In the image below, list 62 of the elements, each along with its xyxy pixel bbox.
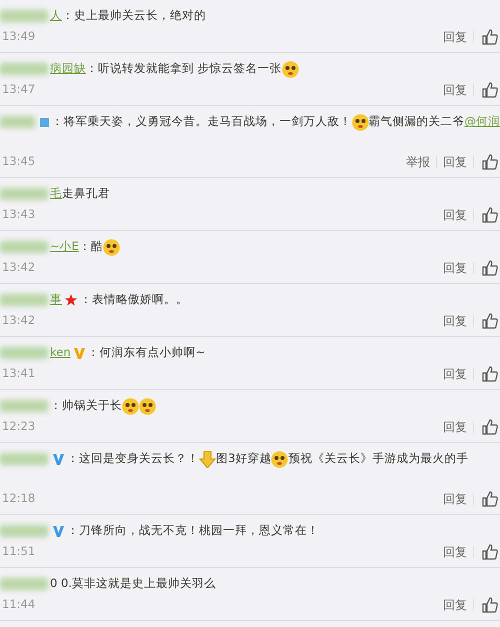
username-link[interactable]: ken bbox=[50, 344, 71, 362]
reply-button[interactable]: 回复 bbox=[437, 81, 473, 99]
report-button[interactable]: 举报 bbox=[400, 153, 436, 171]
emoji-icon bbox=[122, 398, 139, 414]
comment-text: ：表情略傲娇啊。。 bbox=[80, 291, 188, 308]
emoji-icon bbox=[139, 398, 156, 414]
username-link[interactable]: 毛 bbox=[50, 185, 62, 203]
thumbs-up-icon[interactable] bbox=[482, 29, 498, 45]
comment-time: 13:42 bbox=[1, 312, 36, 330]
username-link[interactable]: 事 bbox=[50, 291, 62, 309]
thumbs-up-icon[interactable] bbox=[482, 313, 498, 329]
comment-text: ：将军乗天姿，义勇冠今昔。走马百战场，一剑万人敌！ bbox=[52, 113, 352, 130]
emoji-icon bbox=[352, 114, 368, 130]
comment-time: 13:45 bbox=[1, 153, 36, 170]
username-link[interactable]: ~小E bbox=[50, 238, 79, 256]
reply-button[interactable]: 回复 bbox=[437, 490, 473, 508]
comment-text: ：帅锅关于长 bbox=[50, 397, 122, 414]
comment-time: 13:41 bbox=[1, 365, 36, 382]
comment-text: 图3好穿越 bbox=[216, 450, 272, 468]
thumbs-up-icon[interactable] bbox=[482, 419, 498, 435]
thumbs-up-icon[interactable] bbox=[482, 597, 498, 613]
comment-time: 11:44 bbox=[1, 596, 36, 614]
thumbs-up-icon[interactable] bbox=[482, 366, 498, 382]
username-link[interactable]: 人 bbox=[50, 7, 62, 25]
reply-button[interactable]: 回复 bbox=[437, 206, 473, 224]
reply-button[interactable]: 回复 bbox=[437, 312, 473, 330]
mention-link[interactable]: @何润 bbox=[464, 113, 500, 131]
comment-time: 11:51 bbox=[1, 543, 36, 560]
comment-text: ：史上最帅关云长，绝对的 bbox=[62, 7, 206, 24]
comment-time: 13:43 bbox=[1, 206, 36, 224]
comment-text: ：听说转发就能拿到 步惊云签名一张 bbox=[86, 60, 282, 78]
username-link[interactable]: 病园缺 bbox=[50, 60, 86, 78]
reply-button[interactable]: 回复 bbox=[437, 153, 473, 171]
comment-text: 预祝《关云长》手游成为最火的手 bbox=[288, 450, 468, 468]
thumbs-up-icon[interactable] bbox=[482, 82, 498, 98]
thumbs-up-icon[interactable] bbox=[482, 260, 498, 276]
emoji-icon bbox=[282, 60, 299, 78]
reply-button[interactable]: 回复 bbox=[437, 259, 473, 277]
reply-button[interactable]: 回复 bbox=[437, 418, 473, 436]
comment-time: 13:42 bbox=[1, 259, 36, 276]
thumbs-up-icon[interactable] bbox=[482, 491, 498, 507]
reply-button[interactable]: 回复 bbox=[437, 365, 473, 383]
comment-time: 13:49 bbox=[1, 28, 36, 46]
comment-text: ：何润东有点小帅啊~ bbox=[88, 344, 206, 362]
comment-text: 走鼻孔君 bbox=[62, 185, 110, 202]
emoji-icon bbox=[271, 450, 288, 468]
arrow-down-icon bbox=[199, 450, 216, 468]
comment-time: 12:18 bbox=[1, 490, 36, 508]
emoji-icon bbox=[102, 238, 120, 256]
reply-button[interactable]: 回复 bbox=[437, 543, 473, 561]
comment-text: 0 0.莫非这就是史上最帅关羽么 bbox=[50, 575, 216, 592]
thumbs-up-icon[interactable] bbox=[482, 207, 498, 223]
comment-time: 13:47 bbox=[1, 81, 36, 98]
reply-button[interactable]: 回复 bbox=[437, 596, 473, 614]
comment-text: 霸气侧漏的关二爷 bbox=[368, 113, 464, 130]
comment-time: 12:23 bbox=[1, 418, 36, 436]
comment-text: ：酷 bbox=[78, 238, 103, 256]
thumbs-up-icon[interactable] bbox=[482, 154, 498, 170]
comment-text: ：刀锋所向，战无不克！桃园一拜，恩义常在！ bbox=[67, 522, 319, 540]
comment-text: ：这回是变身关云长？！ bbox=[67, 450, 199, 468]
thumbs-up-icon[interactable] bbox=[482, 544, 498, 560]
reply-button[interactable]: 回复 bbox=[437, 28, 473, 46]
